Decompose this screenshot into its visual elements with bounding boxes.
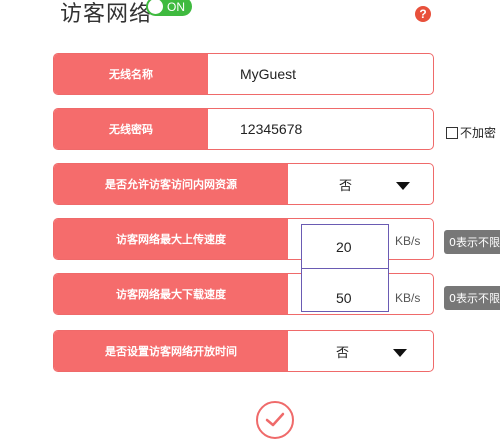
upload-speed-value[interactable]: 20 [336,224,352,269]
download-speed-value[interactable]: 50 [336,278,352,318]
download-speed-unit: KB/s [395,291,421,305]
lan-access-label: 是否允许访客访问内网资源 [54,164,288,204]
upload-speed-hint: 0表示不限 [444,230,500,254]
ssid-row: 无线名称 MyGuest [53,53,434,95]
download-speed-label: 访客网络最大下载速度 [54,274,288,314]
toggle-knob [148,0,163,14]
ssid-label: 无线名称 [54,54,208,94]
upload-speed-unit: KB/s [395,234,421,248]
caret-down-icon[interactable] [393,349,407,357]
password-input[interactable]: 12345678 [240,109,427,149]
caret-down-icon[interactable] [396,182,410,190]
schedule-select[interactable]: 否 [336,331,349,371]
lan-access-select[interactable]: 否 [339,164,352,204]
ssid-input[interactable]: MyGuest [240,54,427,94]
checkbox-box[interactable] [446,126,458,139]
no-encrypt-label: 不加密 [460,126,497,140]
password-row: 无线密码 12345678 [53,108,434,150]
download-speed-hint: 0表示不限 [444,286,500,310]
schedule-label: 是否设置访客网络开放时间 [54,331,288,371]
page-title: 访客网络 [60,2,153,27]
checkmark-icon [265,412,285,427]
schedule-row: 是否设置访客网络开放时间 否 [53,330,434,372]
lan-access-row: 是否允许访客访问内网资源 否 [53,163,434,205]
toggle-label: ON [167,0,185,14]
save-button[interactable] [256,401,294,439]
password-label: 无线密码 [54,109,208,149]
no-encrypt-checkbox[interactable]: 不加密 [446,124,496,141]
upload-speed-label: 访客网络最大上传速度 [54,219,288,259]
help-icon[interactable]: ? [415,6,431,22]
guest-network-toggle[interactable]: ON [146,0,192,16]
